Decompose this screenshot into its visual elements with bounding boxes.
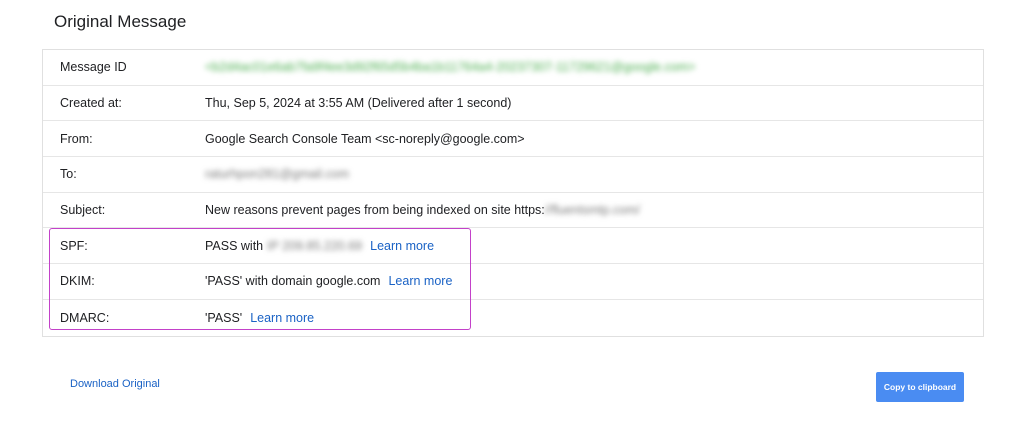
to-value: raturhpon281@gmail.com [205,167,350,182]
dmarc-value: 'PASS' [205,310,243,325]
subject-label: Subject: [60,203,106,218]
dmarc-row: DMARC: 'PASS' Learn more [43,300,983,336]
created-at-value: Thu, Sep 5, 2024 at 3:55 AM (Delivered a… [205,96,512,111]
message-id-label: Message ID [60,60,127,75]
message-info-table: Message ID <b2d4ac01e6ab7fa9f4ee3d92f65d… [42,49,984,337]
dkim-label: DKIM: [60,274,95,289]
message-id-row: Message ID <b2d4ac01e6ab7fa9f4ee3d92f65d… [43,50,983,86]
dkim-learn-more-link[interactable]: Learn more [388,274,452,288]
subject-url-blurred: //fluentsmtp.com/ [544,203,640,218]
dkim-row: DKIM: 'PASS' with domain google.com Learn… [43,264,983,300]
subject-row: Subject: New reasons prevent pages from … [43,193,983,229]
spf-ip-blurred: IP 209.85.220.69 [267,238,363,253]
copy-to-clipboard-button[interactable]: Copy to clipboard [876,372,964,402]
spf-label: SPF: [60,238,88,253]
page-title: Original Message [54,12,187,31]
from-row: From: Google Search Console Team <sc-nor… [43,121,983,158]
dmarc-learn-more-link[interactable]: Learn more [250,311,314,325]
to-row: To: raturhpon281@gmail.com [43,157,983,193]
from-label: From: [60,131,93,146]
spf-row: SPF: PASS with IP 209.85.220.69 Learn more [43,228,983,265]
created-at-label: Created at: [60,96,122,111]
spf-learn-more-link[interactable]: Learn more [370,239,434,253]
created-at-row: Created at: Thu, Sep 5, 2024 at 3:55 AM … [43,86,983,122]
dkim-value: 'PASS' with domain google.com [205,274,381,289]
to-label: To: [60,167,77,182]
from-value: Google Search Console Team <sc-noreply@g… [205,131,525,146]
spf-value: PASS with [205,238,264,253]
dmarc-label: DMARC: [60,310,110,325]
download-original-link[interactable]: Download Original [70,378,160,390]
message-id-value: <b2d4ac01e6ab7fa9f4ee3d92f65d5b4ba1b1176… [205,60,696,75]
subject-value: New reasons prevent pages from being ind… [205,203,545,218]
